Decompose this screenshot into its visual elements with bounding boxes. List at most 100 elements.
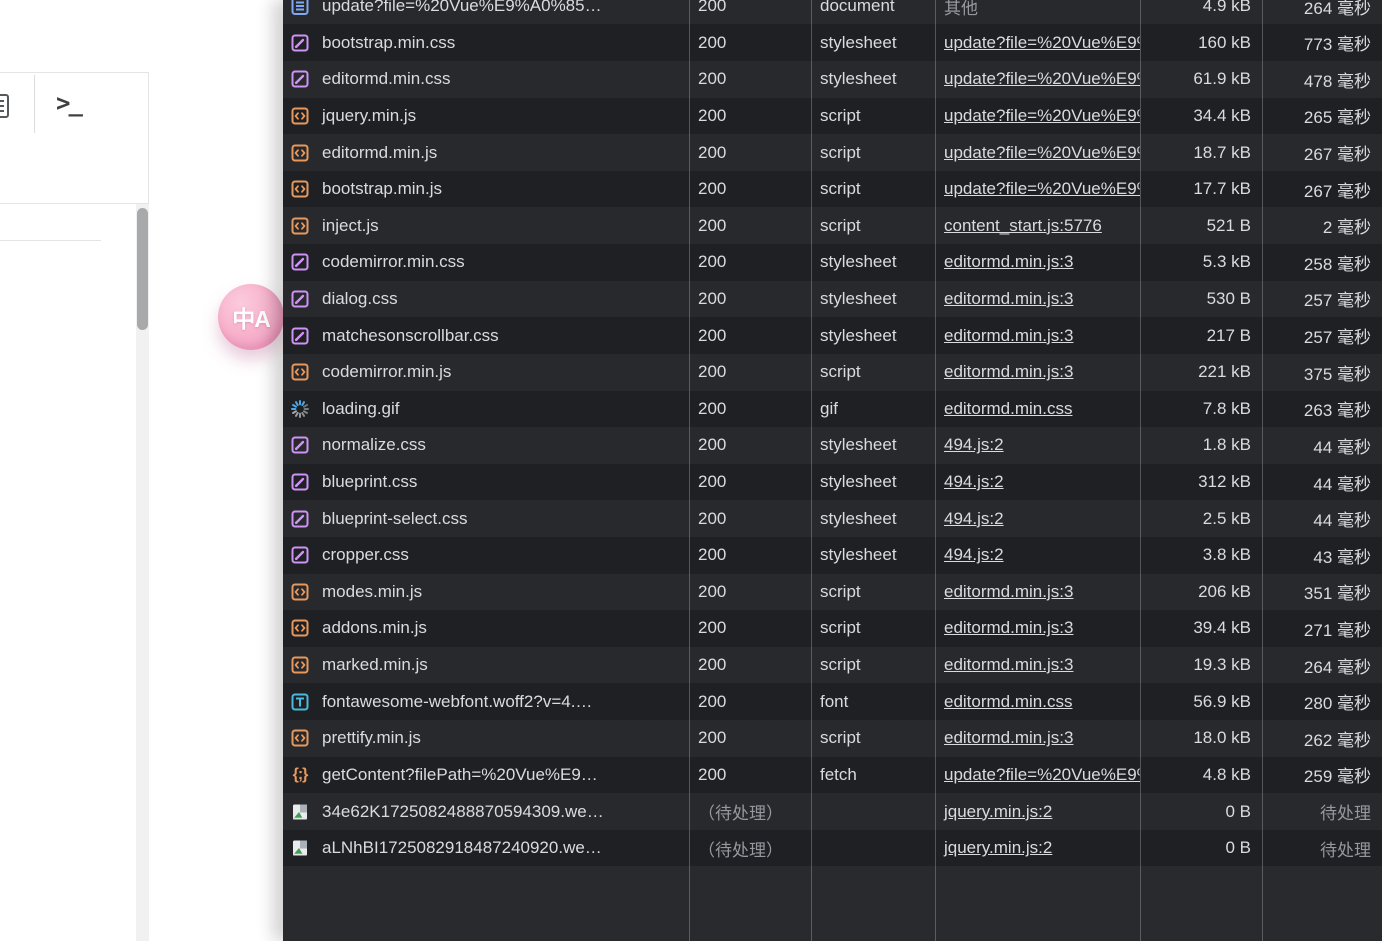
stylesheet-icon bbox=[291, 546, 309, 564]
network-request-row[interactable]: modes.min.js200scripteditormd.min.js:320… bbox=[283, 574, 1382, 611]
script-icon bbox=[291, 583, 309, 601]
script-icon bbox=[291, 107, 309, 125]
request-name-cell: jquery.min.js bbox=[283, 98, 689, 135]
time-cell: 待处理 bbox=[1262, 793, 1382, 830]
initiator-link[interactable]: update?file=%20Vue%E9%A0%85 bbox=[944, 106, 1140, 126]
initiator-link[interactable]: update?file=%20Vue%E9%A0%85 bbox=[944, 143, 1140, 163]
status-cell: 200 bbox=[689, 207, 811, 244]
network-request-row[interactable]: fontawesome-webfont.woff2?v=4.…200fonted… bbox=[283, 683, 1382, 720]
initiator-link[interactable]: editormd.min.js:3 bbox=[944, 362, 1073, 382]
network-request-row[interactable]: jquery.min.js200scriptupdate?file=%20Vue… bbox=[283, 98, 1382, 135]
status-cell: （待处理） bbox=[689, 793, 811, 830]
network-request-row[interactable]: prettify.min.js200scripteditormd.min.js:… bbox=[283, 720, 1382, 757]
network-request-row[interactable]: addons.min.js200scripteditormd.min.js:33… bbox=[283, 610, 1382, 647]
initiator-link[interactable]: editormd.min.js:3 bbox=[944, 252, 1073, 272]
network-request-row[interactable]: bootstrap.min.css200stylesheetupdate?fil… bbox=[283, 24, 1382, 61]
initiator-cell: update?file=%20Vue%E9%A0%85 bbox=[935, 171, 1140, 208]
initiator-link[interactable]: jquery.min.js:2 bbox=[944, 838, 1052, 858]
time-cell: 257 毫秒 bbox=[1262, 281, 1382, 318]
request-name: getContent?filePath=%20Vue%E9… bbox=[322, 765, 598, 785]
initiator-link[interactable]: 494.js:2 bbox=[944, 435, 1004, 455]
page-scrollbar-thumb[interactable] bbox=[137, 208, 148, 330]
status-cell: 200 bbox=[689, 61, 811, 98]
initiator-link[interactable]: jquery.min.js:2 bbox=[944, 802, 1052, 822]
size-cell: 2.5 kB bbox=[1140, 500, 1262, 537]
initiator-link[interactable]: editormd.min.css bbox=[944, 692, 1072, 712]
network-request-row[interactable]: matchesonscrollbar.css200stylesheetedito… bbox=[283, 317, 1382, 354]
size-cell: 1.8 kB bbox=[1140, 427, 1262, 464]
translate-float-button[interactable]: 中A bbox=[218, 284, 284, 350]
type-cell: script bbox=[811, 574, 935, 611]
stylesheet-icon bbox=[291, 34, 309, 52]
type-cell: script bbox=[811, 98, 935, 135]
initiator-link[interactable]: update?file=%20Vue%E9%A0%85 bbox=[944, 69, 1140, 89]
network-request-row[interactable]: update?file=%20Vue%E9%A0%85…200document其… bbox=[283, 0, 1382, 24]
image-thumbnail-icon bbox=[291, 839, 309, 857]
type-cell: stylesheet bbox=[811, 537, 935, 574]
network-request-row[interactable]: marked.min.js200scripteditormd.min.js:31… bbox=[283, 647, 1382, 684]
network-request-row[interactable]: bootstrap.min.js200scriptupdate?file=%20… bbox=[283, 171, 1382, 208]
size-cell: 4.9 kB bbox=[1140, 0, 1262, 24]
size-cell: 18.0 kB bbox=[1140, 720, 1262, 757]
network-request-row[interactable]: editormd.min.js200scriptupdate?file=%20V… bbox=[283, 134, 1382, 171]
initiator-link[interactable]: 494.js:2 bbox=[944, 472, 1004, 492]
request-name-cell: dialog.css bbox=[283, 281, 689, 318]
network-request-row[interactable]: 34e62K1725082488870594309.we…（待处理）jquery… bbox=[283, 793, 1382, 830]
network-request-row[interactable]: codemirror.min.js200scripteditormd.min.j… bbox=[283, 354, 1382, 391]
initiator-link[interactable]: editormd.min.js:3 bbox=[944, 326, 1073, 346]
status-cell: 200 bbox=[689, 427, 811, 464]
request-name-cell: cropper.css bbox=[283, 537, 689, 574]
divider-line bbox=[0, 240, 101, 241]
initiator-link[interactable]: content_start.js:5776 bbox=[944, 216, 1102, 236]
stylesheet-icon bbox=[291, 510, 309, 528]
network-request-row[interactable]: blueprint-select.css200stylesheet494.js:… bbox=[283, 500, 1382, 537]
status-cell: （待处理） bbox=[689, 830, 811, 867]
status-cell: 200 bbox=[689, 647, 811, 684]
request-name: blueprint.css bbox=[322, 472, 417, 492]
network-request-row[interactable]: loading.gif200gifeditormd.min.css7.8 kB2… bbox=[283, 391, 1382, 428]
network-request-row[interactable]: blueprint.css200stylesheet494.js:2312 kB… bbox=[283, 464, 1382, 501]
network-request-row[interactable]: {;}getContent?filePath=%20Vue%E9…200fetc… bbox=[283, 757, 1382, 794]
initiator-link[interactable]: editormd.min.js:3 bbox=[944, 582, 1073, 602]
initiator-link[interactable]: 494.js:2 bbox=[944, 545, 1004, 565]
initiator-link[interactable]: editormd.min.js:3 bbox=[944, 289, 1073, 309]
initiator-cell: editormd.min.css bbox=[935, 683, 1140, 720]
network-request-row[interactable]: inject.js200scriptcontent_start.js:57765… bbox=[283, 207, 1382, 244]
request-name-cell: prettify.min.js bbox=[283, 720, 689, 757]
column-separator bbox=[935, 0, 936, 941]
script-icon bbox=[291, 729, 309, 747]
initiator-cell: update?file=%20Vue%E9%A0%85 bbox=[935, 757, 1140, 794]
initiator-link[interactable]: editormd.min.js:3 bbox=[944, 618, 1073, 638]
request-name-cell: codemirror.min.js bbox=[283, 354, 689, 391]
size-cell: 521 B bbox=[1140, 207, 1262, 244]
initiator-link[interactable]: 494.js:2 bbox=[944, 509, 1004, 529]
request-name-cell: modes.min.js bbox=[283, 574, 689, 611]
initiator-link[interactable]: update?file=%20Vue%E9%A0%85 bbox=[944, 33, 1140, 53]
initiator-link[interactable]: editormd.min.js:3 bbox=[944, 728, 1073, 748]
request-name-cell: addons.min.js bbox=[283, 610, 689, 647]
request-name: marked.min.js bbox=[322, 655, 428, 675]
request-name: editormd.min.js bbox=[322, 143, 437, 163]
status-cell: 200 bbox=[689, 683, 811, 720]
terminal-icon[interactable]: >_ bbox=[56, 89, 81, 117]
initiator-link[interactable]: update?file=%20Vue%E9%A0%85 bbox=[944, 179, 1140, 199]
network-request-row[interactable]: aLNhBI1725082918487240920.we…（待处理） jquery… bbox=[283, 830, 1382, 867]
column-separator bbox=[1140, 0, 1141, 941]
stylesheet-icon bbox=[291, 436, 309, 454]
initiator-link[interactable]: update?file=%20Vue%E9%A0%85 bbox=[944, 765, 1140, 785]
size-cell: 217 B bbox=[1140, 317, 1262, 354]
network-request-row[interactable]: codemirror.min.css200stylesheeteditormd.… bbox=[283, 244, 1382, 281]
network-request-row[interactable]: normalize.css200stylesheet494.js:21.8 kB… bbox=[283, 427, 1382, 464]
column-separator bbox=[811, 0, 812, 941]
status-cell: 200 bbox=[689, 134, 811, 171]
request-name-cell: editormd.min.js bbox=[283, 134, 689, 171]
initiator-link[interactable]: editormd.min.js:3 bbox=[944, 655, 1073, 675]
document-outline-icon[interactable] bbox=[0, 93, 10, 124]
time-cell: 271 毫秒 bbox=[1262, 610, 1382, 647]
initiator-link[interactable]: editormd.min.css bbox=[944, 399, 1072, 419]
status-cell: 200 bbox=[689, 500, 811, 537]
network-request-row[interactable]: cropper.css200stylesheet494.js:23.8 kB43… bbox=[283, 537, 1382, 574]
network-request-row[interactable]: editormd.min.css200stylesheetupdate?file… bbox=[283, 61, 1382, 98]
request-name-cell: aLNhBI1725082918487240920.we… bbox=[283, 830, 689, 867]
network-request-row[interactable]: dialog.css200stylesheeteditormd.min.js:3… bbox=[283, 281, 1382, 318]
